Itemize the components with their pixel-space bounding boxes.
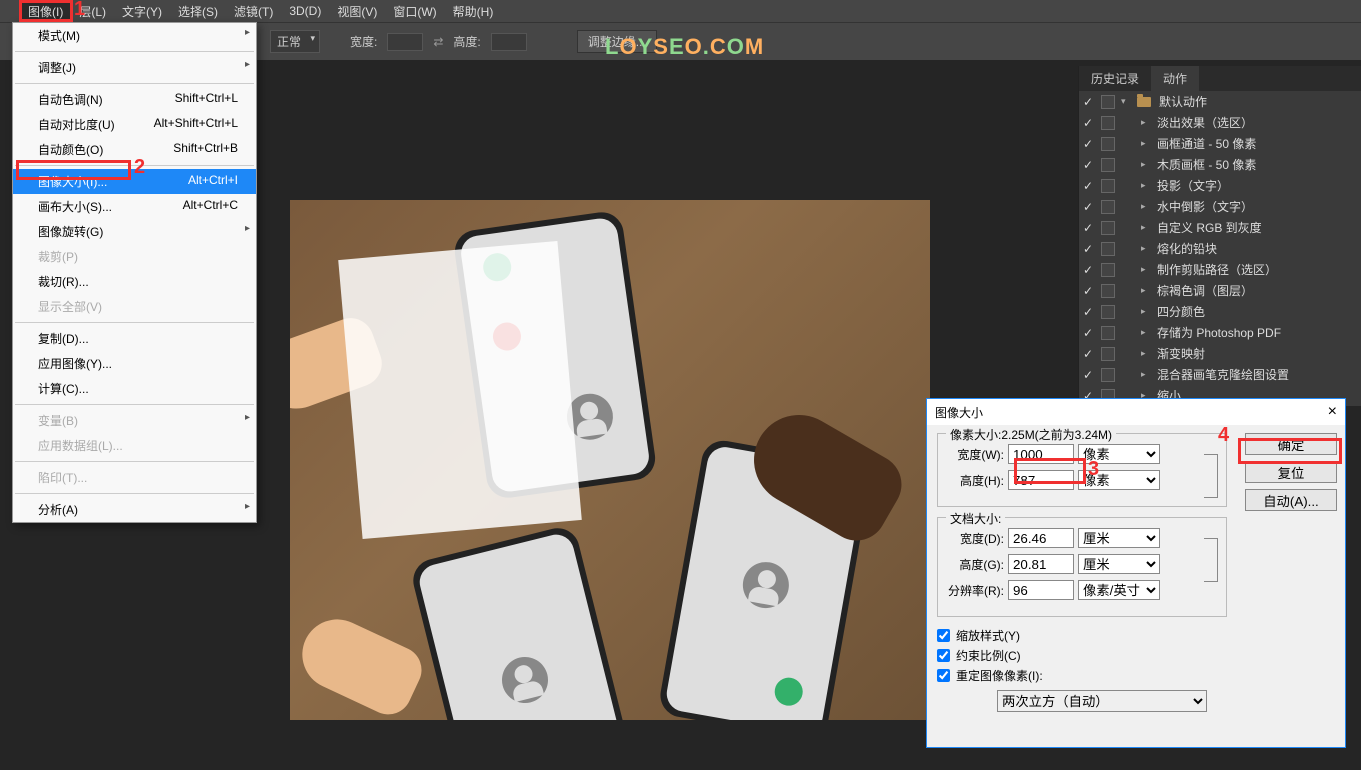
constrain-checkbox[interactable] [937,649,950,662]
resample-checkbox[interactable] [937,669,950,682]
menu-3d[interactable]: 3D(D) [281,1,329,21]
document-size-label: 文档大小: [946,510,1005,527]
menu-crop: 裁剪(P) [13,244,256,269]
document-canvas [290,200,930,720]
blend-mode-value: 正常 [277,35,301,49]
menu-filter[interactable]: 滤镜(T) [226,0,281,23]
resolution-input[interactable] [1008,580,1074,600]
notepad [338,241,582,539]
menu-variables: 变量(B) [13,408,256,433]
height-input[interactable] [491,33,527,51]
reset-button[interactable]: 复位 [1245,461,1337,483]
width-label: 宽度: [350,33,377,50]
doc-width-unit[interactable]: 厘米 [1078,528,1160,548]
action-item[interactable]: ✓▸水中倒影（文字） [1079,196,1361,217]
action-item[interactable]: ✓▸制作剪贴路径（选区） [1079,259,1361,280]
doc-height-input[interactable] [1008,554,1074,574]
blend-mode-select[interactable]: 正常▾ [270,30,320,53]
close-icon[interactable]: × [1328,403,1337,421]
menu-apply-dataset: 应用数据组(L)... [13,433,256,458]
menu-window[interactable]: 窗口(W) [385,0,444,23]
swap-icon[interactable]: ⇄ [433,35,443,49]
menu-select[interactable]: 选择(S) [170,0,226,23]
height-label: 高度(H): [948,472,1004,489]
height-label: 高度: [453,33,480,50]
hand [291,608,429,720]
menu-canvas-size[interactable]: 画布大小(S)...Alt+Ctrl+C [13,194,256,219]
menu-auto-contrast[interactable]: 自动对比度(U)Alt+Shift+Ctrl+L [13,112,256,137]
tab-actions[interactable]: 动作 [1151,66,1199,91]
callout-2: 2 [134,156,145,179]
actions-panel: 历史记录 动作 ✓▾默认动作 ✓▸淡出效果（选区） ✓▸画框通道 - 50 像素… [1078,66,1361,406]
action-item[interactable]: ✓▸投影（文字） [1079,175,1361,196]
action-item[interactable]: ✓▸自定义 RGB 到灰度 [1079,217,1361,238]
callout-box-1 [19,0,73,22]
width-input[interactable] [387,33,423,51]
action-item[interactable]: ✓▸木质画框 - 50 像素 [1079,154,1361,175]
dialog-title: 图像大小 [935,404,983,421]
accept-icon [772,675,804,707]
avatar-icon [497,652,553,708]
actions-list: ✓▾默认动作 ✓▸淡出效果（选区） ✓▸画框通道 - 50 像素 ✓▸木质画框 … [1079,91,1361,406]
menu-auto-tone[interactable]: 自动色调(N)Shift+Ctrl+L [13,87,256,112]
scale-styles-label: 缩放样式(Y) [956,627,1020,644]
menu-trap: 陷印(T)... [13,465,256,490]
pixel-dimensions-label: 像素大小:2.25M(之前为3.24M) [946,426,1116,443]
action-item[interactable]: ✓▸渐变映射 [1079,343,1361,364]
menu-adjustments[interactable]: 调整(J) [13,55,256,80]
action-item[interactable]: ✓▸混合器画笔克隆绘图设置 [1079,364,1361,385]
link-icon[interactable] [1204,538,1218,582]
action-set[interactable]: ✓▾默认动作 [1079,91,1361,112]
scale-styles-checkbox[interactable] [937,629,950,642]
callout-3: 3 [1088,458,1099,481]
image-menu-dropdown: 模式(M) 调整(J) 自动色调(N)Shift+Ctrl+L 自动对比度(U)… [12,22,257,523]
tab-history[interactable]: 历史记录 [1079,66,1151,91]
link-icon[interactable] [1204,454,1218,498]
menu-apply-image[interactable]: 应用图像(Y)... [13,351,256,376]
action-item[interactable]: ✓▸淡出效果（选区） [1079,112,1361,133]
avatar-icon [739,558,792,611]
doc-width-input[interactable] [1008,528,1074,548]
menu-image-rotation[interactable]: 图像旋转(G) [13,219,256,244]
callout-1: 1 [74,0,85,21]
resample-label: 重定图像像素(I): [956,667,1043,684]
doc-width-label: 宽度(D): [948,530,1004,547]
constrain-label: 约束比例(C) [956,647,1021,664]
menu-mode[interactable]: 模式(M) [13,23,256,48]
action-item[interactable]: ✓▸四分颜色 [1079,301,1361,322]
menu-trim[interactable]: 裁切(R)... [13,269,256,294]
menu-reveal-all: 显示全部(V) [13,294,256,319]
menu-calculations[interactable]: 计算(C)... [13,376,256,401]
menu-bar: 图像(I) 层(L) 文字(Y) 选择(S) 滤镜(T) 3D(D) 视图(V)… [0,0,1361,22]
resample-method-select[interactable]: 两次立方（自动） [997,690,1207,712]
action-item[interactable]: ✓▸熔化的铅块 [1079,238,1361,259]
callout-box-2 [16,160,131,180]
menu-analysis[interactable]: 分析(A) [13,497,256,522]
folder-icon [1137,97,1151,107]
callout-box-4 [1238,438,1342,464]
action-item[interactable]: ✓▸画框通道 - 50 像素 [1079,133,1361,154]
menu-help[interactable]: 帮助(H) [445,0,502,23]
width-label: 宽度(W): [948,446,1004,463]
auto-button[interactable]: 自动(A)... [1245,489,1337,511]
callout-4: 4 [1218,424,1229,447]
menu-view[interactable]: 视图(V) [329,0,385,23]
watermark: LOYSEO.COM [605,34,764,60]
doc-height-unit[interactable]: 厘米 [1078,554,1160,574]
doc-height-label: 高度(G): [948,556,1004,573]
resolution-label: 分辨率(R): [948,582,1004,599]
callout-box-3 [1014,458,1086,484]
action-item[interactable]: ✓▸棕褐色调（图层） [1079,280,1361,301]
menu-type[interactable]: 文字(Y) [114,0,170,23]
menu-duplicate[interactable]: 复制(D)... [13,326,256,351]
action-item[interactable]: ✓▸存储为 Photoshop PDF [1079,322,1361,343]
resolution-unit[interactable]: 像素/英寸 [1078,580,1160,600]
